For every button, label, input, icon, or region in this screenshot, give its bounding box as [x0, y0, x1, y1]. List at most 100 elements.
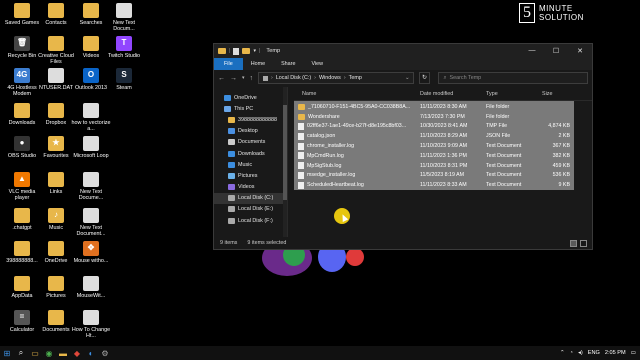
details-view-icon[interactable] — [570, 239, 577, 247]
large-icons-view-icon[interactable] — [580, 239, 587, 247]
file-row[interactable]: Wondershare 7/13/2023 7:30 PM File folder — [294, 112, 574, 122]
file-explorer-icon[interactable]: ▬ — [56, 346, 70, 360]
file-name-cell: Wondershare — [294, 113, 416, 120]
desktop-icon-label: Microsoft Loop — [73, 153, 109, 159]
desktop-icon[interactable]: Pictures — [36, 276, 76, 299]
steam-icon[interactable]: ⚙ — [98, 346, 112, 360]
search-placeholder: Search Temp — [449, 75, 482, 81]
forward-icon[interactable]: → — [230, 75, 237, 82]
nav-item-label: Downloads — [238, 150, 265, 157]
notifications-icon[interactable]: ▭ — [631, 350, 636, 356]
nav-item[interactable]: 3988888888888 — [214, 114, 287, 125]
desktop-icon[interactable]: New Text Docume... — [71, 172, 111, 202]
edge-icon[interactable]: ◐ — [84, 346, 98, 360]
breadcrumb-temp[interactable]: Temp — [349, 75, 362, 81]
desktop-icon[interactable]: New Text Docum... — [104, 3, 144, 33]
volume-icon[interactable]: ◂) — [578, 350, 583, 356]
nav-scrollbar[interactable] — [283, 87, 287, 237]
file-row[interactable]: _71060710-F151-4BC5-95A0-CC038B8A... 11/1… — [294, 102, 574, 112]
nav-item[interactable]: Videos — [214, 182, 287, 193]
nav-item[interactable]: Downloads — [214, 148, 287, 159]
column-type[interactable]: Type — [482, 91, 538, 97]
desktop-icon[interactable]: MouseWit... — [71, 276, 111, 299]
desktop-icon[interactable]: T Twitch Studio — [104, 36, 144, 59]
nav-item-icon — [228, 206, 235, 213]
search-icon[interactable]: ⌕ — [14, 346, 28, 360]
title-bar[interactable]: | ▾ | Temp — ☐ ✕ — [214, 44, 592, 58]
desktop-icon[interactable]: New Text Document... — [71, 208, 111, 238]
desktop-icon[interactable]: Documents — [36, 310, 76, 333]
file-row[interactable]: chrome_installer.log 11/10/2023 9:09 AM Te… — [294, 141, 574, 151]
desktop-item-icon: O — [83, 68, 99, 83]
up-icon[interactable]: ↑ — [250, 75, 254, 82]
nav-item[interactable]: This PC — [214, 103, 287, 114]
clock[interactable]: 2:05 PM — [605, 350, 626, 356]
desktop-icon[interactable]: Contacts — [36, 3, 76, 26]
task-view-icon[interactable]: ▭ — [28, 346, 42, 360]
address-bar[interactable]: › Local Disk (C:) › Windows › Temp ⌄ — [258, 72, 414, 84]
back-icon[interactable]: ← — [218, 75, 225, 82]
tab-home[interactable]: Home — [243, 61, 273, 67]
desktop-icon[interactable]: NTUSER.DAT — [36, 68, 76, 91]
desktop-icon[interactable]: Dropbox — [36, 103, 76, 126]
nav-item[interactable]: OneDrive — [214, 92, 287, 103]
desktop-item-icon — [14, 103, 30, 118]
desktop-icon[interactable]: S Steam — [104, 68, 144, 91]
desktop-icon-label: Contacts — [45, 20, 67, 26]
tab-share[interactable]: Share — [273, 61, 303, 67]
file-row[interactable]: msedge_installer.log 11/5/2023 8:19 AM Tex… — [294, 171, 574, 181]
desktop-icon[interactable]: how to vectorize a... — [71, 103, 111, 133]
maximize-button[interactable]: ☐ — [544, 47, 568, 55]
properties-icon[interactable] — [233, 47, 240, 55]
minimize-button[interactable]: — — [520, 47, 544, 55]
column-date-modified[interactable]: Date modified — [416, 91, 482, 97]
column-name[interactable]: Name — [294, 91, 416, 97]
recent-locations-icon[interactable]: ▾ — [242, 75, 245, 81]
desktop-icon[interactable]: ♪ Music — [36, 208, 76, 231]
desktop-icon[interactable]: Links — [36, 172, 76, 195]
file-row[interactable]: MpCmdRun.log 11/11/2023 1:36 PM Text Docum… — [294, 151, 574, 161]
close-button[interactable]: ✕ — [568, 47, 592, 55]
file-explorer-window[interactable]: | ▾ | Temp — ☐ ✕ File Home Share View ← … — [213, 43, 593, 250]
app-icon[interactable]: ◆ — [70, 346, 84, 360]
file-row[interactable]: catalog.json 11/10/2023 8:29 AM JSON File 2… — [294, 131, 574, 141]
language-indicator[interactable]: ENG — [588, 350, 600, 356]
desktop-icon[interactable]: Creative Cloud Files — [36, 36, 76, 66]
desktop-icon[interactable]: ✥ Mouse witho... — [71, 241, 111, 264]
chrome-icon[interactable]: ◉ — [42, 346, 56, 360]
file-icon — [298, 162, 304, 170]
nav-item[interactable]: Local Disk (F:) — [214, 215, 287, 226]
file-row[interactable]: MpSigStub.log 11/10/2023 8:31 PM Text Docu… — [294, 161, 574, 171]
desktop-item-icon: ● — [14, 136, 30, 151]
nav-item[interactable]: Local Disk (C:) — [214, 192, 287, 204]
file-row[interactable]: ScheduledHeartbeat.log 11/11/2023 8:33 AM… — [294, 180, 574, 190]
network-icon[interactable]: ◔ — [570, 350, 573, 356]
nav-item[interactable]: Local Disk (E:) — [214, 204, 287, 215]
desktop-icon[interactable]: Microsoft Loop — [71, 136, 111, 159]
folder-icon — [298, 103, 305, 110]
desktop-icon-label: Twitch Studio — [107, 53, 141, 59]
tab-file[interactable]: File — [214, 58, 243, 70]
search-input[interactable]: ⌕ Search Temp — [438, 72, 588, 84]
desktop-icon[interactable]: OneDrive — [36, 241, 76, 264]
new-folder-icon[interactable] — [242, 48, 251, 54]
file-row[interactable]: 02ff6e37-1ae1-49ce-b27f-d8e195c8bf03... 1… — [294, 122, 574, 132]
customize-quick-access-icon[interactable]: ▾ — [253, 48, 256, 54]
nav-item[interactable]: Documents — [214, 137, 287, 148]
nav-item[interactable]: Pictures — [214, 170, 287, 181]
show-hidden-icons[interactable]: ⌃ — [560, 350, 565, 356]
breadcrumb-windows[interactable]: Windows — [319, 75, 341, 81]
file-name: catalog.json — [307, 133, 336, 140]
nav-item[interactable]: Music — [214, 159, 287, 170]
nav-item[interactable]: Desktop — [214, 126, 287, 137]
file-size: 367 KB — [552, 143, 570, 150]
refresh-button[interactable]: ↻ — [418, 72, 431, 84]
breadcrumb-local-disk[interactable]: Local Disk (C:) — [276, 75, 311, 81]
desktop-icon[interactable]: ★ Favourites — [36, 136, 76, 159]
chevron-down-icon[interactable]: ⌄ — [405, 75, 413, 81]
tab-view[interactable]: View — [303, 61, 331, 67]
column-size[interactable]: Size — [538, 91, 572, 97]
nav-item-label: Local Disk (E:) — [238, 206, 274, 213]
windows-start-icon[interactable]: ⊞ — [0, 346, 14, 360]
desktop-icon[interactable]: How To Change Ht... — [71, 310, 111, 340]
